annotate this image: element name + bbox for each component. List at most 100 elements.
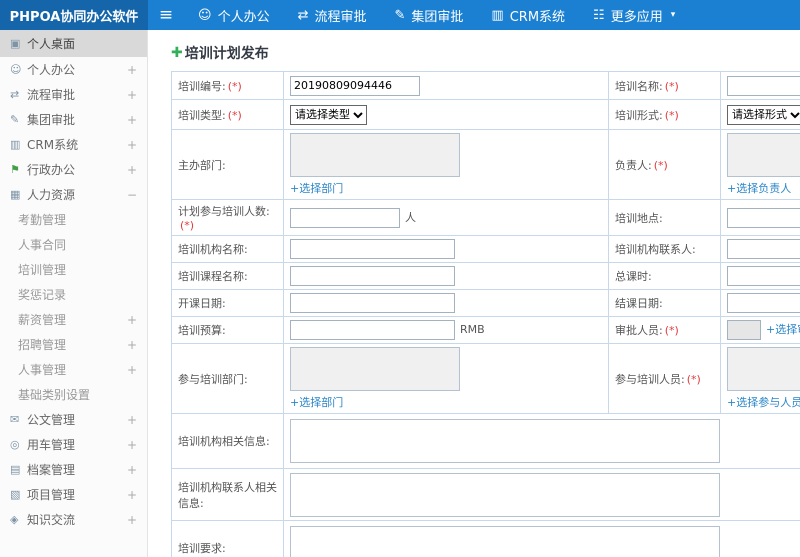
course-name-input[interactable]	[290, 266, 455, 286]
sidebar-item-crm[interactable]: ▥ CRM系统 +	[0, 132, 147, 157]
org-contact-info-label-cell: 培训机构联系人相关信息:	[171, 468, 284, 521]
person-icon: ☺	[198, 7, 212, 23]
expand-plus-icon[interactable]: +	[127, 338, 137, 352]
location-input[interactable]	[727, 207, 800, 228]
topnav-process-approval[interactable]: ⇄ 流程审批	[284, 0, 381, 30]
approver-label-cell: 审批人员: (*)	[608, 316, 721, 344]
leader-textarea[interactable]	[727, 133, 800, 177]
select-approver-link[interactable]: +选择审批人员	[766, 323, 800, 336]
sidebar-item-attendance[interactable]: 考勤管理	[0, 207, 147, 232]
org-name-label-cell: 培训机构名称:	[171, 235, 284, 263]
sidebar-item-label: 个人办公	[27, 63, 76, 77]
host-dept-textarea[interactable]	[290, 133, 460, 177]
required-marker: (*)	[227, 79, 242, 93]
hamburger-menu-icon[interactable]: ≡	[148, 0, 184, 30]
sidebar-item-vehicles[interactable]: ◎ 用车管理 +	[0, 432, 147, 457]
sidebar-item-rewards[interactable]: 奖惩记录	[0, 282, 147, 307]
field-label: 负责人:	[615, 158, 652, 172]
planned-count-input[interactable]	[290, 207, 400, 228]
required-marker: (*)	[653, 158, 668, 172]
field-label: 培训编号:	[178, 79, 226, 93]
field-label: 培训名称:	[615, 79, 663, 93]
field-label: 审批人员:	[615, 324, 663, 337]
sidebar-item-archives[interactable]: ▤ 档案管理 +	[0, 457, 147, 482]
topnav-group-approval[interactable]: ✎ 集团审批	[381, 0, 478, 30]
expand-plus-icon[interactable]: +	[127, 138, 137, 152]
org-name-input[interactable]	[290, 239, 455, 259]
approver-input[interactable]	[727, 320, 761, 340]
select-join-people-link[interactable]: +选择参与人员	[727, 394, 800, 410]
sidebar-item-hr[interactable]: ▦ 人力资源 −	[0, 182, 147, 207]
org-contact-input[interactable]	[727, 239, 800, 259]
expand-plus-icon[interactable]: +	[127, 113, 137, 127]
sidebar-item-training[interactable]: 培训管理	[0, 257, 147, 282]
expand-plus-icon[interactable]: +	[127, 488, 137, 502]
expand-plus-icon[interactable]: +	[127, 163, 137, 177]
join-people-textarea[interactable]	[727, 347, 800, 391]
field-label: 培训预算:	[178, 324, 226, 337]
sidebar-item-base-category[interactable]: 基础类别设置	[0, 382, 147, 407]
sidebar-item-process-approval[interactable]: ⇄ 流程审批 +	[0, 82, 147, 107]
expand-plus-icon[interactable]: +	[127, 363, 137, 377]
sidebar-item-group-approval[interactable]: ✎ 集团审批 +	[0, 107, 147, 132]
requirements-textarea[interactable]	[290, 526, 720, 557]
select-leader-link[interactable]: +选择负责人	[727, 180, 791, 196]
chevron-down-icon: ▾	[670, 10, 676, 20]
car-icon: ◎	[10, 438, 20, 451]
sidebar-item-admin-office[interactable]: ⚑ 行政办公 +	[0, 157, 147, 182]
topnav-personal-office[interactable]: ☺ 个人办公	[184, 0, 284, 30]
training-form-select[interactable]: 请选择形式	[727, 104, 800, 125]
field-label: 主办部门:	[178, 158, 226, 172]
join-dept-textarea[interactable]	[290, 347, 460, 391]
sidebar-item-personal-office[interactable]: ☺ 个人办公 +	[0, 57, 147, 82]
sidebar-item-label: 档案管理	[27, 463, 76, 477]
sidebar-item-label: 薪资管理	[18, 313, 67, 327]
select-join-dept-link[interactable]: +选择部门	[290, 394, 343, 410]
topnav-crm-system[interactable]: ▥ CRM系统	[477, 0, 579, 30]
sidebar-item-desktop[interactable]: ▣ 个人桌面	[0, 30, 147, 57]
training-name-input[interactable]	[727, 75, 800, 96]
sidebar-item-hr-contract[interactable]: 人事合同	[0, 232, 147, 257]
training-no-input[interactable]	[290, 75, 420, 96]
collapse-minus-icon[interactable]: −	[127, 188, 137, 202]
topnav-label: CRM系统	[509, 9, 566, 25]
sidebar-item-documents[interactable]: ✉ 公文管理 +	[0, 407, 147, 432]
field-label: 计划参与培训人数:	[178, 205, 270, 218]
topnav-more-apps[interactable]: ☷ 更多应用 ▾	[579, 0, 689, 30]
start-date-input[interactable]	[290, 293, 455, 313]
end-date-input[interactable]	[727, 293, 800, 313]
expand-plus-icon[interactable]: +	[127, 513, 137, 527]
total-hours-label-cell: 总课时:	[608, 262, 721, 290]
plus-icon: ✚	[171, 45, 183, 61]
select-dept-link[interactable]: +选择部门	[290, 180, 343, 196]
location-label-cell: 培训地点:	[608, 199, 721, 236]
required-marker: (*)	[180, 219, 195, 232]
field-label: 培训机构相关信息:	[178, 435, 270, 448]
total-hours-input[interactable]	[727, 266, 800, 286]
expand-plus-icon[interactable]: +	[127, 313, 137, 327]
field-label: 培训机构联系人相关信息:	[178, 480, 277, 510]
budget-input[interactable]	[290, 320, 455, 340]
sidebar-item-salary[interactable]: 薪资管理 +	[0, 307, 147, 332]
host-dept-label-cell: 主办部门:	[171, 129, 284, 200]
training-form-table: 培训编号:(*) 培训名称:(*) 培训类型:(*) 请选择类型 培训形式:(*…	[171, 71, 800, 557]
topnav-label: 更多应用	[610, 9, 663, 25]
expand-plus-icon[interactable]: +	[127, 413, 137, 427]
field-label: 开课日期:	[178, 297, 226, 310]
budget-label-cell: 培训预算:	[171, 316, 284, 344]
sidebar-item-personnel[interactable]: 人事管理 +	[0, 357, 147, 382]
sidebar-item-knowledge[interactable]: ◈ 知识交流 +	[0, 507, 147, 532]
org-contact-info-textarea[interactable]	[290, 472, 720, 517]
sidebar-item-label: 基础类别设置	[18, 388, 91, 402]
expand-plus-icon[interactable]: +	[127, 63, 137, 77]
org-info-textarea[interactable]	[290, 419, 720, 463]
expand-plus-icon[interactable]: +	[127, 88, 137, 102]
training-name-label-cell: 培训名称: (*)	[608, 71, 721, 100]
expand-plus-icon[interactable]: +	[127, 463, 137, 477]
envelope-icon: ✉	[10, 413, 20, 426]
sidebar-item-projects[interactable]: ▧ 项目管理 +	[0, 482, 147, 507]
sidebar-item-recruitment[interactable]: 招聘管理 +	[0, 332, 147, 357]
sidebar-item-label: CRM系统	[27, 138, 79, 152]
expand-plus-icon[interactable]: +	[127, 438, 137, 452]
training-type-select[interactable]: 请选择类型	[290, 104, 367, 125]
